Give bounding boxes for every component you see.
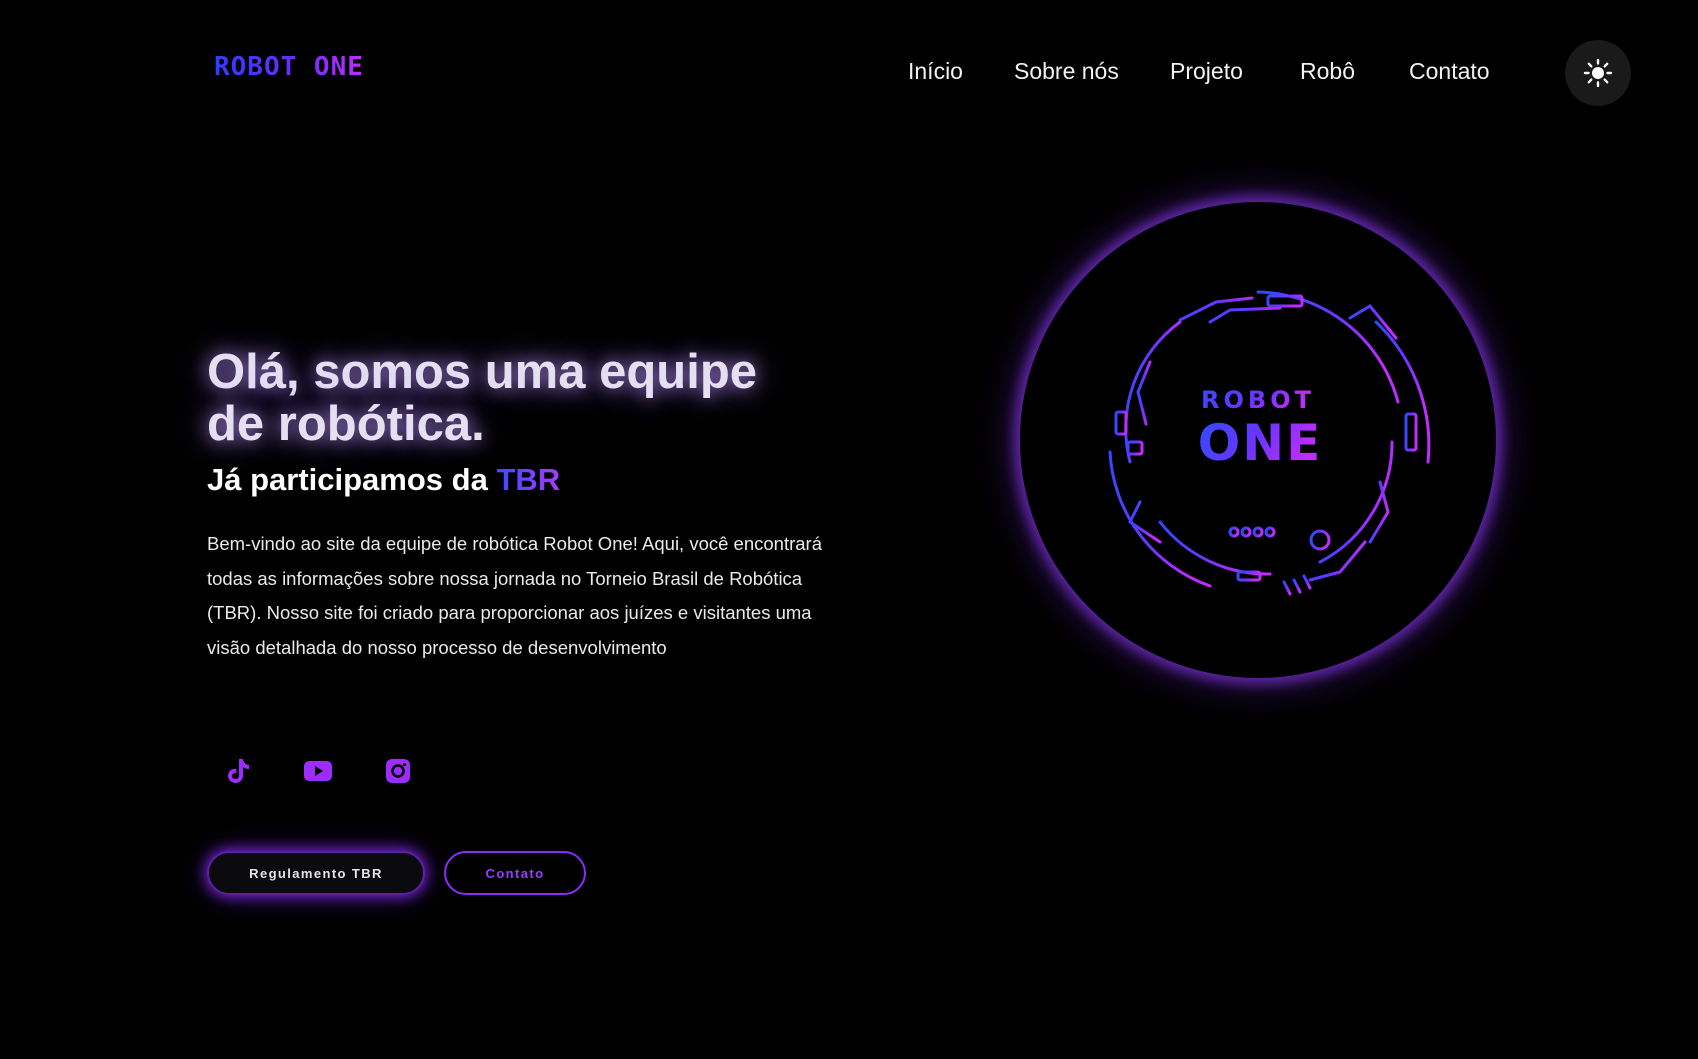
tiktok-icon — [228, 759, 249, 783]
tiktok-link[interactable] — [221, 754, 255, 788]
instagram-link[interactable] — [381, 754, 415, 788]
nav-item-robo[interactable]: Robô — [1300, 58, 1355, 85]
contato-button[interactable]: Contato — [444, 851, 586, 895]
youtube-icon — [304, 761, 332, 781]
robot-one-emblem: ROBOT ONE — [1020, 202, 1496, 678]
theme-toggle-button[interactable] — [1565, 40, 1631, 106]
nav-item-projeto[interactable]: Projeto — [1170, 58, 1243, 85]
emblem-graphic: ROBOT ONE — [1108, 290, 1431, 596]
hero-intro: Bem-vindo ao site da equipe de robótica … — [207, 533, 822, 658]
nav-item-inicio[interactable]: Início — [908, 58, 963, 85]
subhead-highlight: TBR — [496, 462, 561, 497]
youtube-link[interactable] — [301, 754, 335, 788]
nav-item-contato[interactable]: Contato — [1409, 58, 1490, 85]
hero-subhead: Já participamos da TBR — [207, 462, 560, 498]
logo[interactable]: ROBOT ONE — [214, 52, 364, 82]
sun-icon — [1583, 58, 1613, 88]
emblem-line-2: ONE — [1198, 414, 1323, 472]
instagram-icon — [386, 759, 410, 783]
hero-headline: Olá, somos uma equipe de robótica. — [207, 345, 758, 451]
emblem-line-1: ROBOT — [1201, 386, 1315, 414]
nav-item-sobre-nos[interactable]: Sobre nós — [1014, 58, 1119, 85]
subhead-text: Já participamos da — [207, 462, 488, 497]
regulamento-tbr-button[interactable]: Regulamento TBR — [207, 851, 425, 895]
page: ROBOT ONE Início Sobre nós Projeto Robô … — [2, 0, 1696, 1059]
